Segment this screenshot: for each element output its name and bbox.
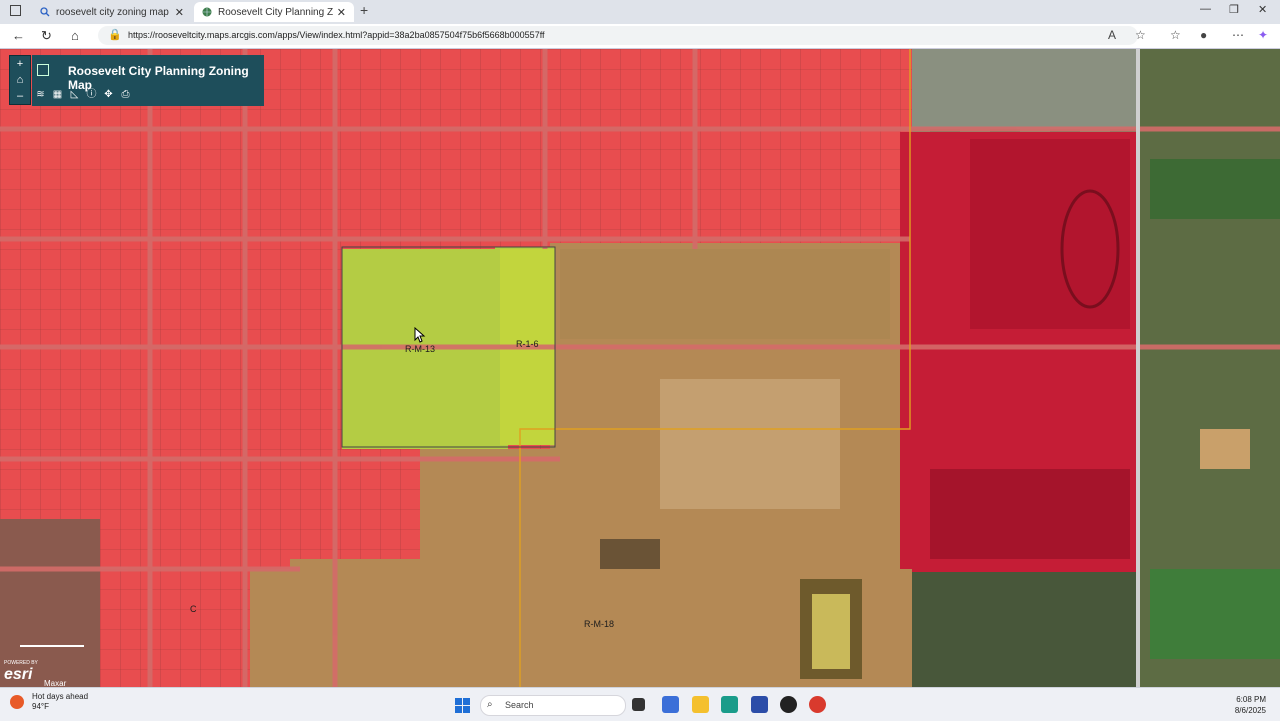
app-logo-icon [37,64,49,76]
chrome-icon[interactable] [809,696,826,713]
lock-icon: 🔒 [108,29,122,41]
more-icon[interactable]: ⋯ [1232,28,1244,42]
new-tab-icon[interactable]: + [360,2,368,18]
scale-bar [20,645,84,647]
read-aloud-icon[interactable]: A [1108,28,1116,42]
close-tab-icon[interactable]: ✕ [175,6,184,19]
app-icon[interactable] [780,696,797,713]
home-extent-icon[interactable]: ⌂ [10,72,30,88]
esri-logo: esri [4,666,33,683]
locate-icon[interactable]: ✥ [100,86,117,104]
zoom-out-button[interactable]: – [10,88,30,104]
url-text: https://rooseveltcity.maps.arcgis.com/ap… [128,30,545,40]
windows-taskbar: Hot days ahead 94°F ⌕ Search 6:08 PM 8/6… [0,687,1280,721]
minimize-icon[interactable]: — [1200,3,1211,15]
mouse-cursor-icon [414,327,426,343]
imagery-credit: Maxar [44,679,67,687]
app-toolbar: ≋ ▦ ◺ ⓘ ✥ ⎙ [32,86,134,104]
print-icon[interactable]: ⎙ [117,86,134,104]
search-icon [40,7,50,17]
back-icon[interactable]: ← [12,28,25,43]
measure-icon[interactable]: ◺ [66,86,83,104]
address-bar-row: ← ↻ ⌂ 🔒 https://rooseveltcity.maps.arcgi… [0,24,1280,49]
tab-title: roosevelt city zoning map - Search [56,6,171,18]
file-explorer-icon[interactable] [692,696,709,713]
clock-date: 8/6/2025 [1234,706,1266,715]
app-header-panel: Roosevelt City Planning Zoning Map ≋ ▦ ◺… [32,55,264,106]
map-canvas [0,49,1280,687]
profile-icon[interactable]: ● [1200,28,1207,42]
weather-temp: 94°F [32,702,49,711]
sidebar-toggle-icon[interactable] [10,5,21,16]
copilot-icon[interactable]: ✦ [1258,28,1268,42]
copilot-app-icon[interactable] [662,696,679,713]
tab-zoning-map[interactable]: Roosevelt City Planning Zoning Map ✕ [194,2,354,22]
taskbar-search-label: Search [505,700,534,710]
refresh-icon[interactable]: ↻ [41,28,52,44]
weather-alert-icon [10,695,24,709]
zone-label-r16: R-1-6 [516,339,539,349]
restore-icon[interactable]: ❐ [1229,3,1239,16]
legend-icon[interactable]: ▦ [49,86,66,104]
zone-label-rm18: R-M-18 [584,619,615,629]
info-icon[interactable]: ⓘ [83,86,100,104]
zone-label-rm13: R-M-13 [405,344,436,354]
windows-start-icon[interactable] [455,698,470,713]
esri-attribution[interactable]: POWERED BY esri [4,660,38,684]
zoom-control: + ⌂ – [9,55,31,105]
map-view[interactable]: R-M-13 R-1-6 R-M-18 C + ⌂ – Roosevelt Ci… [0,49,1280,687]
zone-label-c: C [190,604,197,614]
task-view-icon[interactable] [632,698,645,711]
address-bar[interactable]: 🔒 https://rooseveltcity.maps.arcgis.com/… [98,26,1138,45]
close-window-icon[interactable]: ✕ [1258,3,1267,16]
clock-time: 6:08 PM [1236,695,1266,704]
close-tab-icon[interactable]: ✕ [337,6,346,19]
store-icon[interactable] [751,696,768,713]
globe-icon [202,7,212,17]
weather-title: Hot days ahead [32,692,89,701]
tab-bar: roosevelt city zoning map - Search ✕ Roo… [0,0,1280,24]
taskbar-search[interactable]: ⌕ Search [480,695,626,716]
weather-widget[interactable]: Hot days ahead 94°F [10,692,88,712]
favorite-icon[interactable]: ☆ [1135,28,1146,42]
home-icon[interactable]: ⌂ [71,28,79,43]
tab-search[interactable]: roosevelt city zoning map - Search ✕ [32,2,192,22]
system-clock[interactable]: 6:08 PM 8/6/2025 [1235,694,1266,716]
tab-title: Roosevelt City Planning Zoning Map [218,6,333,18]
search-icon: ⌕ [487,699,493,710]
zoom-in-button[interactable]: + [10,56,30,72]
edge-icon[interactable] [721,696,738,713]
layers-icon[interactable]: ≋ [32,86,49,104]
extensions-icon[interactable]: ☆ [1170,28,1181,42]
